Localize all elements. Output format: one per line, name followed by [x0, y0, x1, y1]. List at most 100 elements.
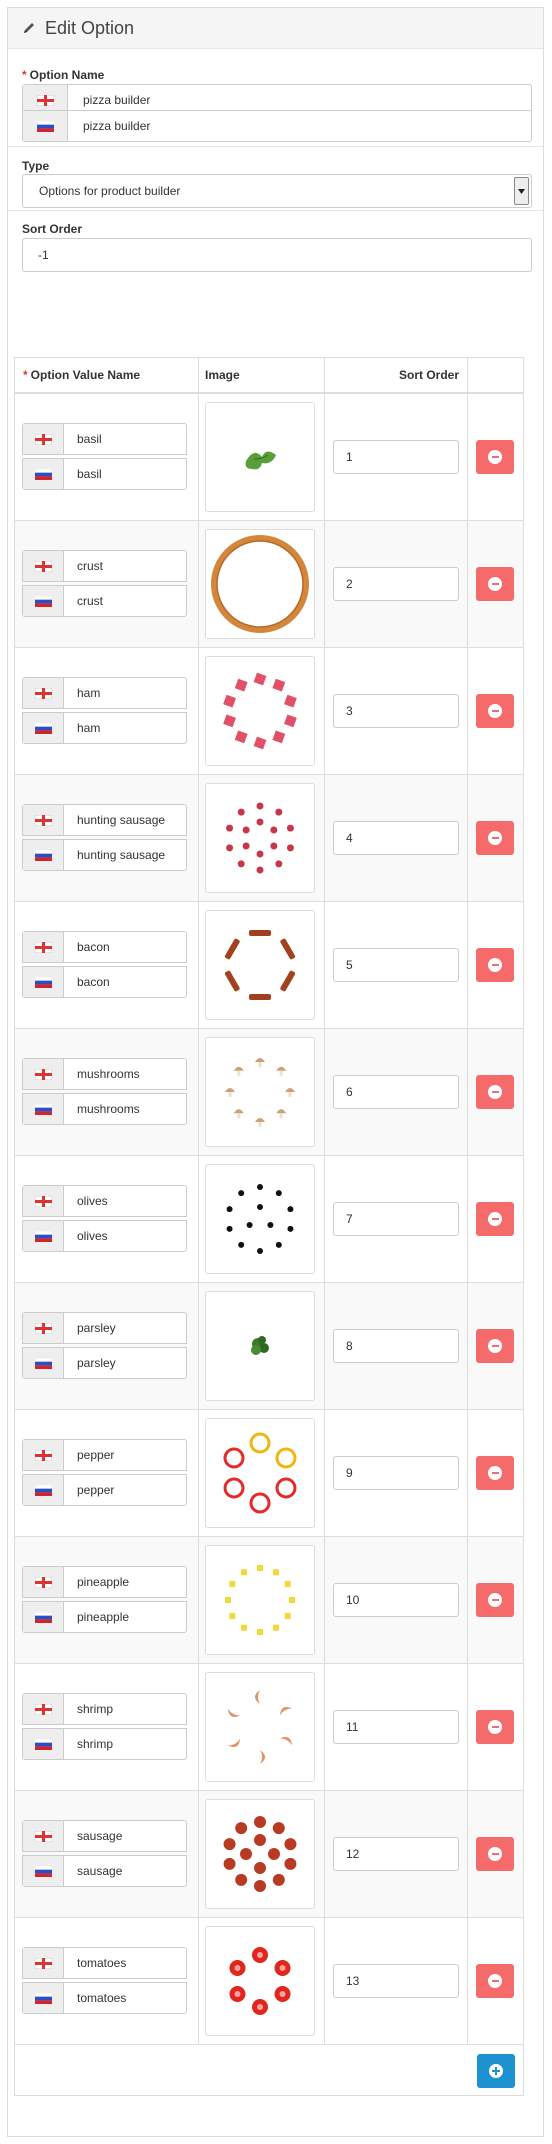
option-value-sort-order-input[interactable]: 4: [333, 821, 459, 855]
ru-flag-icon: [23, 967, 64, 997]
table-row: parsley parsley 8: [15, 1283, 523, 1410]
option-value-image[interactable]: [205, 1291, 315, 1401]
option-value-name-input-en[interactable]: sausage: [22, 1820, 187, 1852]
option-value-image[interactable]: [205, 656, 315, 766]
remove-option-value-button[interactable]: [476, 1329, 514, 1363]
option-value-name-input-ru[interactable]: pineapple: [22, 1601, 187, 1633]
option-value-sort-order-input[interactable]: 13: [333, 1964, 459, 1998]
remove-option-value-button[interactable]: [476, 440, 514, 474]
remove-option-value-button[interactable]: [476, 1837, 514, 1871]
minus-circle-icon: [488, 577, 502, 591]
table-row: bacon bacon 5: [15, 902, 523, 1029]
option-value-sort-order-input[interactable]: 9: [333, 1456, 459, 1490]
image-cell: [199, 1283, 325, 1409]
action-cell: [468, 1664, 523, 1790]
option-value-image[interactable]: [205, 1799, 315, 1909]
ru-flag-icon: [23, 1856, 64, 1886]
ru-flag-icon: [23, 459, 64, 489]
option-value-image[interactable]: [205, 1672, 315, 1782]
option-value-name-input-ru[interactable]: ham: [22, 712, 187, 744]
option-value-sort-order-input[interactable]: 3: [333, 694, 459, 728]
table-footer: [15, 2045, 523, 2095]
option-value-name-input-en[interactable]: pineapple: [22, 1566, 187, 1598]
uk-flag-icon: [23, 1059, 64, 1089]
option-value-sort-order-input[interactable]: 5: [333, 948, 459, 982]
panel-title: Edit Option: [45, 17, 135, 38]
option-value-name-input-en[interactable]: mushrooms: [22, 1058, 187, 1090]
option-value-image[interactable]: [205, 1037, 315, 1147]
option-value-name-input-en[interactable]: basil: [22, 423, 187, 455]
type-select[interactable]: Options for product builder: [22, 174, 532, 208]
remove-option-value-button[interactable]: [476, 1456, 514, 1490]
option-value-name-input-ru[interactable]: mushrooms: [22, 1093, 187, 1125]
option-value-image[interactable]: [205, 1545, 315, 1655]
option-value-name-input-ru[interactable]: hunting sausage: [22, 839, 187, 871]
option-value-sort-order-input[interactable]: 10: [333, 1583, 459, 1617]
option-value-name-input-ru[interactable]: basil: [22, 458, 187, 490]
action-cell: [468, 1791, 523, 1917]
minus-circle-icon: [488, 831, 502, 845]
option-value-name-input-ru[interactable]: shrimp: [22, 1728, 187, 1760]
option-value-sort-order-input[interactable]: 2: [333, 567, 459, 601]
sort-order-input[interactable]: -1: [22, 238, 532, 272]
table-row: crust crust 2: [15, 521, 523, 648]
option-value-name-input-en[interactable]: ham: [22, 677, 187, 709]
option-value-name-input-ru[interactable]: olives: [22, 1220, 187, 1252]
option-value-image[interactable]: [205, 529, 315, 639]
uk-flag-icon: [23, 1186, 64, 1216]
option-value-image[interactable]: [205, 1164, 315, 1274]
option-value-name-input-ru[interactable]: bacon: [22, 966, 187, 998]
remove-option-value-button[interactable]: [476, 1583, 514, 1617]
option-value-image[interactable]: [205, 1926, 315, 2036]
remove-option-value-button[interactable]: [476, 1202, 514, 1236]
remove-option-value-button[interactable]: [476, 948, 514, 982]
option-value-sort-order-input[interactable]: 12: [333, 1837, 459, 1871]
option-value-sort-order-input[interactable]: 8: [333, 1329, 459, 1363]
option-value-name-input-ru[interactable]: pepper: [22, 1474, 187, 1506]
action-cell: [468, 1537, 523, 1663]
option-value-name-input-ru[interactable]: sausage: [22, 1855, 187, 1887]
option-value-sort-order-input[interactable]: 6: [333, 1075, 459, 1109]
table-body: basil basil 1 crust crust 2 ham ham 3 hunting sau…: [15, 394, 523, 2045]
option-value-name-input-ru[interactable]: tomatoes: [22, 1982, 187, 2014]
add-option-value-button[interactable]: [477, 2054, 515, 2088]
option-name-input-ru[interactable]: pizza builder: [22, 110, 532, 142]
option-value-image[interactable]: [205, 402, 315, 512]
image-cell: [199, 902, 325, 1028]
ru-flag-icon: [23, 1602, 64, 1632]
option-value-name-cell: mushrooms mushrooms: [15, 1029, 199, 1155]
ru-flag-icon: [23, 1094, 64, 1124]
option-value-name-input-en[interactable]: bacon: [22, 931, 187, 963]
option-value-name-input-en[interactable]: olives: [22, 1185, 187, 1217]
option-value-name-cell: basil basil: [15, 394, 199, 520]
remove-option-value-button[interactable]: [476, 821, 514, 855]
option-value-name-cell: pepper pepper: [15, 1410, 199, 1536]
header-option-value-name: * Option Value Name: [15, 358, 199, 392]
remove-option-value-button[interactable]: [476, 1964, 514, 1998]
option-value-image[interactable]: [205, 783, 315, 893]
option-value-name-input-ru[interactable]: crust: [22, 585, 187, 617]
option-value-name-input-en[interactable]: parsley: [22, 1312, 187, 1344]
option-value-sort-order-input[interactable]: 1: [333, 440, 459, 474]
option-value-name-input-ru[interactable]: parsley: [22, 1347, 187, 1379]
option-value-image[interactable]: [205, 910, 315, 1020]
remove-option-value-button[interactable]: [476, 567, 514, 601]
uk-flag-icon: [23, 1313, 64, 1343]
sort-order-cell: 3: [325, 648, 468, 774]
option-value-sort-order-input[interactable]: 7: [333, 1202, 459, 1236]
ru-flag-icon: [23, 1348, 64, 1378]
option-value-name-input-en[interactable]: shrimp: [22, 1693, 187, 1725]
remove-option-value-button[interactable]: [476, 1075, 514, 1109]
option-value-sort-order-input[interactable]: 11: [333, 1710, 459, 1744]
remove-option-value-button[interactable]: [476, 1710, 514, 1744]
remove-option-value-button[interactable]: [476, 694, 514, 728]
option-value-image[interactable]: [205, 1418, 315, 1528]
option-value-name-input-en[interactable]: hunting sausage: [22, 804, 187, 836]
sort-order-label: Sort Order: [22, 222, 83, 236]
option-value-name-input-en[interactable]: tomatoes: [22, 1947, 187, 1979]
uk-flag-icon: [23, 1948, 64, 1978]
table-row: shrimp shrimp 11: [15, 1664, 523, 1791]
action-cell: [468, 1029, 523, 1155]
option-value-name-input-en[interactable]: crust: [22, 550, 187, 582]
option-value-name-input-en[interactable]: pepper: [22, 1439, 187, 1471]
